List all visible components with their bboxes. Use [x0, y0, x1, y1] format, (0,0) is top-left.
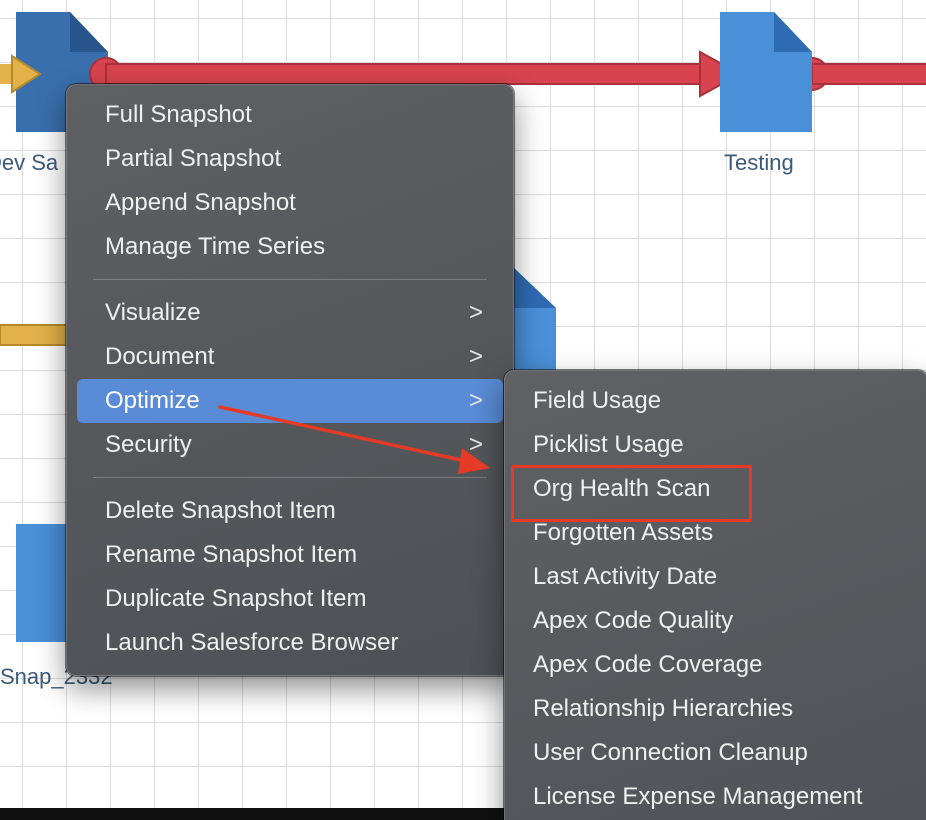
menu-item-label: Security: [105, 431, 192, 458]
submenu-item-label: Last Activity Date: [533, 563, 718, 590]
submenu-item-picklist-usage[interactable]: Picklist Usage: [515, 423, 917, 467]
connector-gold-mid: [0, 324, 71, 346]
submenu-item-field-usage[interactable]: Field Usage: [515, 379, 917, 423]
chevron-right-icon: >: [468, 343, 483, 370]
submenu-item-apex-code-coverage[interactable]: Apex Code Coverage: [515, 643, 917, 687]
submenu-item-label: License Expense Management: [533, 783, 863, 810]
menu-item-label: Launch Salesforce Browser: [105, 629, 399, 656]
chevron-right-icon: >: [468, 387, 483, 414]
submenu-item-label: Apex Code Quality: [533, 607, 734, 634]
menu-item-label: Duplicate Snapshot Item: [105, 585, 367, 612]
context-menu: Full Snapshot Partial Snapshot Append Sn…: [66, 84, 514, 676]
menu-item-label: Append Snapshot: [105, 189, 296, 216]
menu-item-manage-time-series[interactable]: Manage Time Series: [77, 225, 503, 269]
menu-separator: [93, 477, 487, 478]
chevron-right-icon: >: [468, 299, 483, 326]
menu-item-rename-snapshot-item[interactable]: Rename Snapshot Item: [77, 533, 503, 577]
menu-item-label: Document: [105, 343, 215, 370]
document-node-testing[interactable]: [720, 12, 812, 132]
submenu-item-user-connection-cleanup[interactable]: User Connection Cleanup: [515, 731, 917, 775]
menu-item-label: Rename Snapshot Item: [105, 541, 358, 568]
submenu-item-label: Picklist Usage: [533, 431, 684, 458]
menu-separator: [93, 279, 487, 280]
menu-item-launch-salesforce-browser[interactable]: Launch Salesforce Browser: [77, 621, 503, 665]
menu-item-label: Optimize: [105, 387, 200, 414]
menu-item-append-snapshot[interactable]: Append Snapshot: [77, 181, 503, 225]
submenu-item-last-activity-date[interactable]: Last Activity Date: [515, 555, 917, 599]
menu-item-label: Partial Snapshot: [105, 145, 282, 172]
optimize-submenu: Field Usage Picklist Usage Org Health Sc…: [504, 370, 926, 820]
submenu-item-label: Field Usage: [533, 387, 662, 414]
menu-item-full-snapshot[interactable]: Full Snapshot: [77, 93, 503, 137]
submenu-item-label: Apex Code Coverage: [533, 651, 763, 678]
submenu-item-apex-code-quality[interactable]: Apex Code Quality: [515, 599, 917, 643]
menu-item-label: Full Snapshot: [105, 101, 252, 128]
menu-item-label: Delete Snapshot Item: [105, 497, 336, 524]
annotation-highlight-box: [511, 465, 752, 522]
menu-item-document[interactable]: Document >: [77, 335, 503, 379]
menu-item-visualize[interactable]: Visualize >: [77, 291, 503, 335]
node-label-dev: Dev Sa: [0, 150, 59, 175]
menu-item-label: Manage Time Series: [105, 233, 326, 260]
submenu-item-license-expense-management[interactable]: License Expense Management: [515, 775, 917, 819]
menu-item-duplicate-snapshot-item[interactable]: Duplicate Snapshot Item: [77, 577, 503, 621]
menu-item-security[interactable]: Security >: [77, 423, 503, 467]
submenu-item-relationship-hierarchies[interactable]: Relationship Hierarchies: [515, 687, 917, 731]
submenu-item-label: Forgotten Assets: [533, 519, 714, 546]
menu-item-delete-snapshot-item[interactable]: Delete Snapshot Item: [77, 489, 503, 533]
chevron-right-icon: >: [468, 431, 483, 458]
submenu-item-label: Relationship Hierarchies: [533, 695, 794, 722]
node-label-testing: Testing: [724, 150, 794, 175]
menu-item-partial-snapshot[interactable]: Partial Snapshot: [77, 137, 503, 181]
submenu-item-label: User Connection Cleanup: [533, 739, 808, 766]
menu-item-optimize[interactable]: Optimize >: [77, 379, 503, 423]
menu-item-label: Visualize: [105, 299, 201, 326]
